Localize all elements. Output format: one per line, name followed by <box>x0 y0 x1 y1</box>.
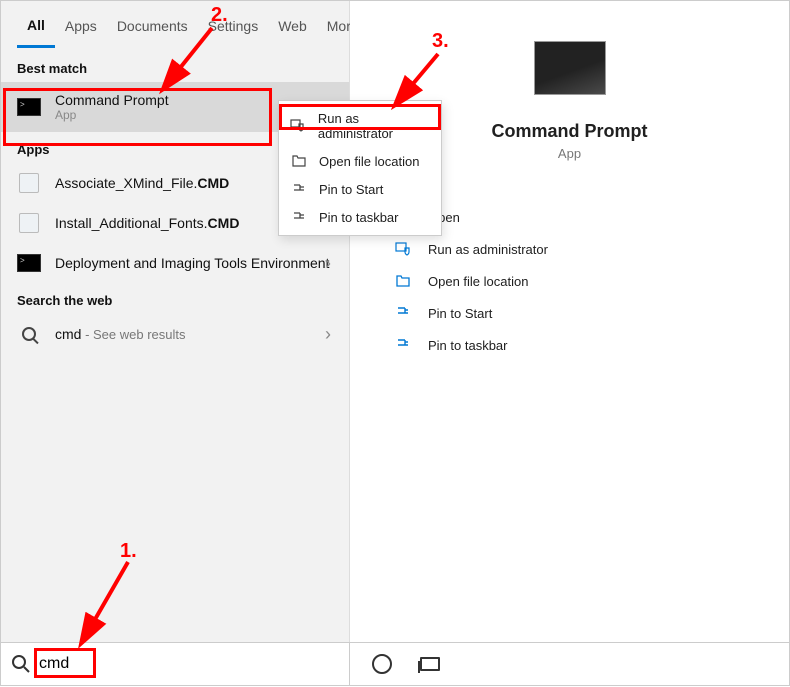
file-icon <box>17 213 41 233</box>
action-pin-start[interactable]: Pin to Start <box>390 297 789 329</box>
pin-icon <box>390 337 416 353</box>
pin-icon <box>390 305 416 321</box>
chevron-right-icon[interactable]: › <box>325 253 331 274</box>
pin-icon <box>289 181 309 197</box>
cmd-icon <box>17 97 41 117</box>
search-input[interactable] <box>39 655 343 673</box>
results-column: All Apps Documents Settings Web More▾ Fe… <box>1 1 350 642</box>
ctx-pin-taskbar[interactable]: Pin to taskbar <box>279 203 441 231</box>
action-open[interactable]: Open <box>390 201 789 233</box>
preview-title: Command Prompt <box>491 121 647 142</box>
shield-icon <box>390 241 416 257</box>
folder-icon <box>390 273 416 289</box>
filter-tabs: All Apps Documents Settings Web More▾ Fe… <box>1 1 349 51</box>
action-label: Open file location <box>428 274 528 289</box>
tab-all[interactable]: All <box>17 5 55 48</box>
ctx-label: Run as administrator <box>318 111 431 141</box>
app-thumbnail-icon <box>534 41 606 95</box>
action-open-location[interactable]: Open file location <box>390 265 789 297</box>
pin-icon <box>289 209 309 225</box>
action-label: Run as administrator <box>428 242 548 257</box>
section-web: Search the web <box>1 283 349 314</box>
action-pin-taskbar[interactable]: Pin to taskbar <box>390 329 789 361</box>
ctx-label: Open file location <box>319 154 419 169</box>
folder-icon <box>289 153 309 169</box>
cmd-icon <box>17 253 41 273</box>
action-label: Pin to taskbar <box>428 338 508 353</box>
app-result-3[interactable]: Deployment and Imaging Tools Environment… <box>1 243 349 283</box>
preview-subtitle: App <box>558 146 581 161</box>
ctx-pin-start[interactable]: Pin to Start <box>279 175 441 203</box>
ctx-label: Pin to taskbar <box>319 210 399 225</box>
ctx-open-location[interactable]: Open file location <box>279 147 441 175</box>
tab-documents[interactable]: Documents <box>107 6 198 46</box>
action-run-admin[interactable]: Run as administrator <box>390 233 789 265</box>
search-icon <box>11 654 31 674</box>
ctx-label: Pin to Start <box>319 182 383 197</box>
task-view-icon[interactable] <box>420 657 440 671</box>
search-icon <box>17 324 41 344</box>
cortana-icon[interactable] <box>372 654 392 674</box>
file-icon <box>17 173 41 193</box>
web-result[interactable]: cmd - See web results › <box>1 314 349 354</box>
ctx-run-admin[interactable]: Run as administrator <box>279 105 441 147</box>
search-results-panel: All Apps Documents Settings Web More▾ Fe… <box>0 0 790 643</box>
shield-icon <box>289 118 308 134</box>
preview-column: Command Prompt App Open Run as administr… <box>350 1 789 642</box>
taskbar <box>0 643 790 686</box>
chevron-right-icon[interactable]: › <box>325 324 331 345</box>
search-box[interactable] <box>1 643 350 685</box>
context-menu: Run as administrator Open file location … <box>278 100 442 236</box>
tab-apps[interactable]: Apps <box>55 6 107 46</box>
tab-web[interactable]: Web <box>268 6 317 46</box>
action-label: Pin to Start <box>428 306 492 321</box>
section-best-match: Best match <box>1 51 349 82</box>
tab-settings[interactable]: Settings <box>198 6 269 46</box>
